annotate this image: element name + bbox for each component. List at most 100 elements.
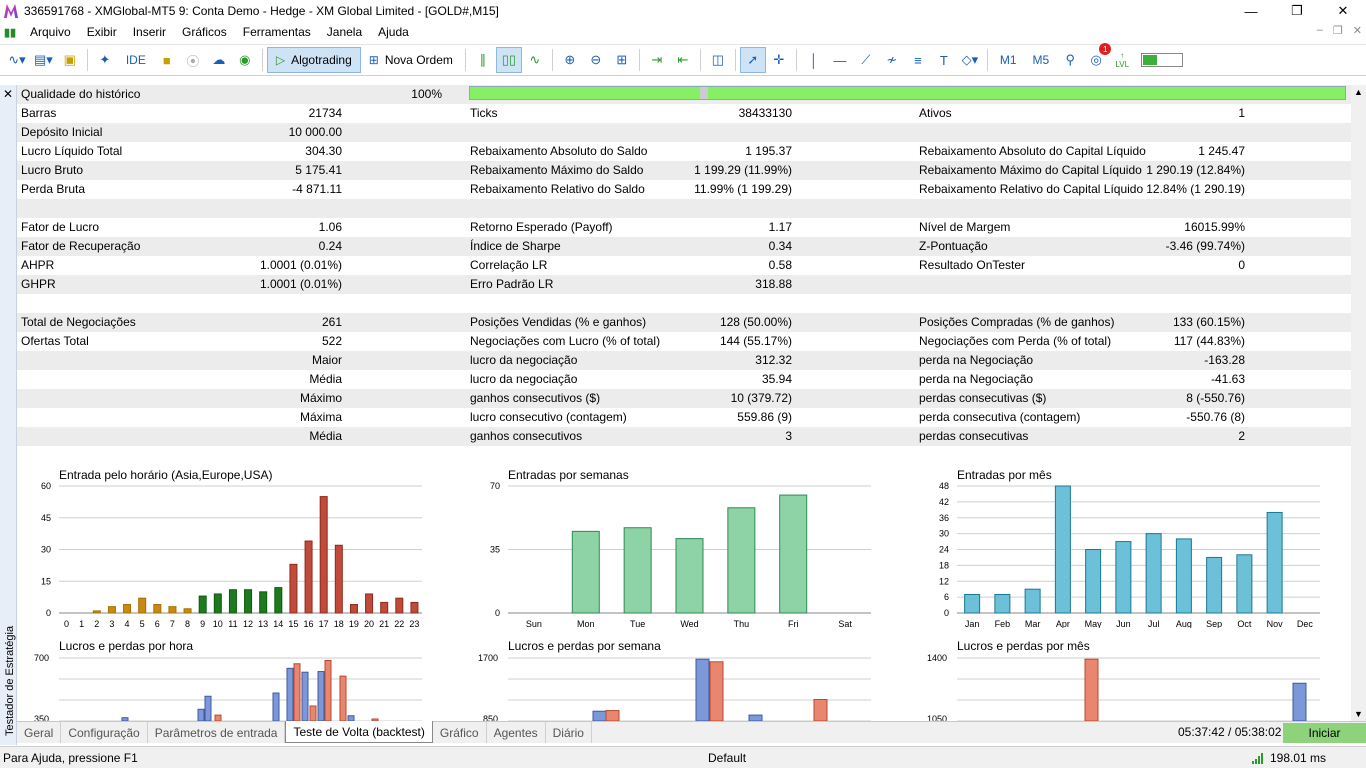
- metric-label: Total de Negociações: [21, 315, 136, 329]
- metric-label: Correlação LR: [470, 258, 548, 272]
- channel-icon[interactable]: ≁: [879, 47, 905, 73]
- report-scrollbar[interactable]: ▲ ▼: [1351, 85, 1366, 721]
- scroll-down-icon[interactable]: ▼: [1354, 709, 1363, 719]
- bar: [92, 610, 101, 614]
- text-icon[interactable]: T: [931, 47, 957, 73]
- menu-inserir[interactable]: Inserir: [125, 25, 174, 39]
- chart-4: Lucros e perdas por hora 700 350: [17, 639, 447, 721]
- ide-button[interactable]: IDE: [118, 47, 154, 73]
- metric-value: 1 290.19 (12.84%): [1146, 163, 1245, 177]
- tab-2[interactable]: Parâmetros de entrada: [148, 722, 286, 743]
- new-chart-icon[interactable]: ∿▾: [4, 47, 30, 73]
- menu-exibir[interactable]: Exibir: [79, 25, 125, 39]
- vps-icon[interactable]: ◉: [232, 47, 258, 73]
- bar: [1085, 549, 1102, 614]
- line-chart-icon[interactable]: ∿: [522, 47, 548, 73]
- menu-graficos[interactable]: Gráficos: [174, 25, 235, 39]
- metric-label: Rebaixamento Absoluto do Saldo: [470, 144, 648, 158]
- hline-icon[interactable]: —: [827, 47, 853, 73]
- shapes-icon[interactable]: ◇▾: [957, 47, 983, 73]
- zoom-out-icon[interactable]: ⊖: [583, 47, 609, 73]
- cursor-icon[interactable]: ➚: [739, 47, 766, 73]
- menu-arquivo[interactable]: Arquivo: [22, 25, 79, 39]
- mdi-minimize-button[interactable]: –: [1317, 24, 1323, 37]
- bar: [1175, 538, 1192, 614]
- metric-label: Perda Bruta: [21, 182, 86, 196]
- trendline-icon[interactable]: ⟋: [853, 47, 879, 73]
- algotrading-label: Algotrading: [291, 53, 352, 67]
- close-panel-icon[interactable]: ✕: [3, 87, 13, 101]
- metric-value: 0.58: [768, 258, 792, 272]
- chart-svg: 0153045600 1 2 3 4 5 6 7 8 9 10 11 12 13 14 15 16 17 18 19 2…: [41, 481, 422, 628]
- menu-ajuda[interactable]: Ajuda: [370, 25, 417, 39]
- metric-value: 1.0001 (0.01%): [259, 277, 342, 291]
- menu-ferramentas[interactable]: Ferramentas: [235, 25, 319, 39]
- metric-value: Média: [309, 429, 342, 443]
- zoom-in-icon[interactable]: ⊕: [557, 47, 583, 73]
- candles-icon[interactable]: ▯▯: [495, 47, 522, 73]
- tab-0[interactable]: Geral: [17, 722, 62, 743]
- algotrading-button[interactable]: ▷ Algotrading: [266, 47, 361, 73]
- x-tick-label: 17: [319, 619, 329, 628]
- x-tick-label: 19: [349, 619, 359, 628]
- ai-sparkle-icon[interactable]: ✦: [92, 47, 118, 73]
- lock-icon[interactable]: ■: [154, 47, 180, 73]
- tab-1[interactable]: Configuração: [61, 722, 148, 743]
- x-tick-label: Jul: [1148, 619, 1160, 628]
- mdi-restore-button[interactable]: ❐: [1333, 24, 1343, 37]
- level-icon[interactable]: ↑ LVL: [1109, 47, 1135, 73]
- m1-button[interactable]: M1: [992, 47, 1025, 73]
- tab-6[interactable]: Diário: [546, 722, 592, 743]
- market-icon[interactable]: ▣: [57, 47, 83, 73]
- screenshot-icon[interactable]: ◫: [705, 47, 731, 73]
- minimize-button[interactable]: —: [1228, 0, 1274, 22]
- maximize-button[interactable]: ❐: [1274, 0, 1320, 22]
- metric-label: AHPR: [21, 258, 55, 272]
- bar-chart-icon[interactable]: ∥: [470, 47, 496, 73]
- metric-value: 1.0001 (0.01%): [259, 258, 342, 272]
- x-tick-label: 11: [228, 619, 237, 628]
- x-tick-label: Nov: [1267, 619, 1284, 628]
- x-tick-label: 4: [125, 619, 130, 628]
- profiles-icon[interactable]: ▤▾: [30, 47, 57, 73]
- x-tick-label: Sep: [1206, 619, 1222, 628]
- metric-value: 5 175.41: [295, 163, 342, 177]
- search-icon[interactable]: ⚲: [1057, 47, 1083, 73]
- vline-icon[interactable]: │: [801, 47, 827, 73]
- signal-icon[interactable]: ⦿: [180, 47, 206, 73]
- x-tick-label: 7: [170, 619, 175, 628]
- tab-4[interactable]: Gráfico: [433, 722, 487, 743]
- chart-shift-icon[interactable]: ⇤: [670, 47, 696, 73]
- window-title: 336591768 - XMGlobal-MT5 9: Conta Demo -…: [24, 4, 499, 18]
- bar: [259, 591, 268, 614]
- bar: [272, 692, 280, 721]
- chart-6: Lucros e perdas por mês14001050700: [915, 639, 1345, 721]
- metric-value: 16015.99%: [1184, 220, 1245, 234]
- menu-janela[interactable]: Janela: [319, 25, 370, 39]
- fibo-icon[interactable]: ≡: [905, 47, 931, 73]
- chart-3: Entradas por mês 0 6 12 18 24 30 36 42 48 Jan Feb Ma…: [915, 468, 1345, 628]
- tab-5[interactable]: Agentes: [487, 722, 546, 743]
- autoscroll-icon[interactable]: ⇥: [644, 47, 670, 73]
- quality-progress-bar: [469, 86, 1346, 100]
- report-row: Ofertas Total 522 Negociações com Lucro (%…: [17, 332, 1351, 351]
- m5-button[interactable]: M5: [1025, 47, 1058, 73]
- report-row: Fator de Lucro 1.06 Retorno Esperado (Payo…: [17, 218, 1351, 237]
- start-button[interactable]: Iniciar: [1283, 723, 1366, 743]
- y-tick-label: 48: [939, 481, 949, 491]
- cloud-icon[interactable]: ☁: [206, 47, 232, 73]
- report-row: GHPR 1.0001 (0.01%) Erro Padrão LR 318.88: [17, 275, 1351, 294]
- scroll-up-icon[interactable]: ▲: [1354, 87, 1363, 97]
- notifications-icon[interactable]: ◎ 1: [1083, 43, 1112, 73]
- mdi-close-button[interactable]: ✕: [1353, 24, 1362, 37]
- tile-icon[interactable]: ⊞: [609, 47, 635, 73]
- crosshair-icon[interactable]: ✛: [766, 47, 792, 73]
- x-tick-label: Sat: [838, 619, 852, 628]
- new-order-button[interactable]: ⊞ Nova Ordem: [361, 47, 461, 73]
- y-tick-label: 30: [939, 529, 949, 539]
- x-tick-label: 23: [409, 619, 419, 628]
- y-tick-label: 45: [41, 513, 51, 523]
- mt5-logo-icon: [4, 4, 18, 18]
- close-button[interactable]: ✕: [1320, 0, 1366, 22]
- tab-3[interactable]: Teste de Volta (backtest): [285, 721, 433, 743]
